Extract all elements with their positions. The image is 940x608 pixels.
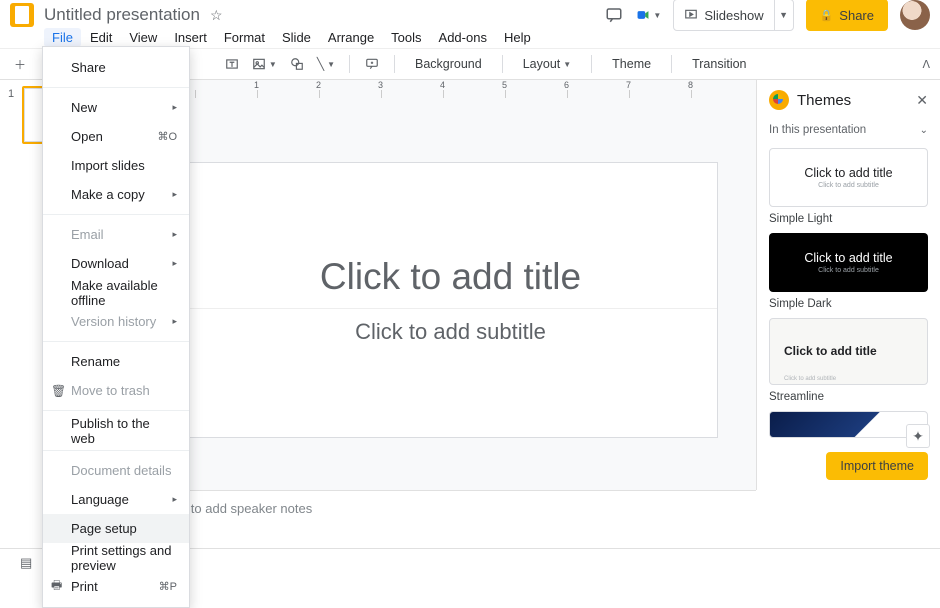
- menu-page-setup[interactable]: Page setup: [43, 514, 189, 543]
- layout-label: Layout: [523, 57, 561, 71]
- meet-button[interactable]: ▼: [637, 3, 661, 27]
- file-menu-dropdown: Share New▸ Open⌘O Import slides Make a c…: [42, 46, 190, 608]
- themes-section-label: In this presentation: [769, 124, 866, 136]
- menu-email: Email▸: [43, 220, 189, 249]
- menu-offline[interactable]: Make available offline: [43, 278, 189, 307]
- new-slide-button[interactable]: ＋: [10, 53, 30, 75]
- theme-card-sub: Click to add subtitle: [818, 267, 879, 274]
- theme-name: Streamline: [769, 391, 928, 403]
- menu-share[interactable]: Share: [43, 53, 189, 82]
- textbox-icon[interactable]: [222, 53, 242, 75]
- menu-edit[interactable]: Edit: [82, 28, 120, 47]
- comment-icon[interactable]: [362, 53, 382, 75]
- shape-icon[interactable]: [287, 53, 307, 75]
- menu-addons[interactable]: Add-ons: [431, 28, 495, 47]
- chevron-right-icon: ▸: [172, 189, 177, 200]
- import-theme-button[interactable]: Import theme: [826, 452, 928, 480]
- transition-button[interactable]: Transition: [684, 53, 754, 75]
- theme-card-simple-light[interactable]: Click to add title Click to add subtitle: [769, 148, 928, 207]
- menu-move-trash: 🗑Move to trash: [43, 376, 189, 405]
- menu-new[interactable]: New▸: [43, 93, 189, 122]
- menu-tools[interactable]: Tools: [383, 28, 429, 47]
- slideshow-group: Slideshow ▼: [673, 0, 793, 31]
- chevron-right-icon: ▸: [172, 316, 177, 327]
- menu-make-copy[interactable]: Make a copy▸: [43, 180, 189, 209]
- themes-icon: [769, 90, 789, 110]
- share-button[interactable]: 🔒 Share: [806, 0, 888, 31]
- chevron-right-icon: ▸: [172, 258, 177, 269]
- menu-arrange[interactable]: Arrange: [320, 28, 382, 47]
- layout-button[interactable]: Layout▼: [515, 53, 579, 75]
- close-icon[interactable]: ✕: [916, 92, 928, 109]
- slides-logo[interactable]: [10, 3, 34, 27]
- trash-icon: 🗑: [51, 384, 66, 398]
- menu-publish[interactable]: Publish to the web: [43, 416, 189, 445]
- theme-card-simple-dark[interactable]: Click to add title Click to add subtitle: [769, 233, 928, 292]
- doc-title[interactable]: Untitled presentation: [44, 5, 200, 25]
- shortcut: ⌘P: [159, 580, 177, 593]
- themes-title: Themes: [797, 92, 908, 109]
- canvas-area: Click to add title Click to add subtitle: [145, 80, 756, 490]
- menu-insert[interactable]: Insert: [166, 28, 215, 47]
- explore-button[interactable]: ✦: [906, 424, 930, 448]
- menu-version-history: Version history▸: [43, 307, 189, 336]
- slide-canvas[interactable]: Click to add title Click to add subtitle: [184, 162, 718, 438]
- theme-card-streamline[interactable]: Click to add title Click to add subtitle: [769, 318, 928, 385]
- theme-card-sub: Click to add subtitle: [818, 182, 879, 189]
- menu-rename[interactable]: Rename: [43, 347, 189, 376]
- slideshow-label: Slideshow: [704, 8, 763, 23]
- theme-name: Simple Dark: [769, 298, 928, 310]
- theme-card-title: Click to add title: [804, 166, 892, 180]
- theme-name: Simple Light: [769, 213, 928, 225]
- chevron-right-icon: ▸: [172, 102, 177, 113]
- shortcut: ⌘O: [157, 130, 177, 143]
- theme-card-title: Click to add title: [784, 344, 877, 358]
- star-icon[interactable]: ☆: [210, 7, 223, 24]
- slideshow-dropdown[interactable]: ▼: [775, 10, 793, 20]
- menu-import-slides[interactable]: Import slides: [43, 151, 189, 180]
- chevron-right-icon: ▸: [172, 229, 177, 240]
- print-icon: 🖶: [51, 576, 62, 597]
- filmstrip-view-icon[interactable]: ▤: [20, 555, 32, 571]
- background-button[interactable]: Background: [407, 53, 490, 75]
- menu-file[interactable]: File: [44, 28, 81, 47]
- collapse-toolbar-icon[interactable]: ᐱ: [922, 58, 930, 71]
- menu-slide[interactable]: Slide: [274, 28, 319, 47]
- theme-card-sub: Click to add subtitle: [784, 376, 836, 382]
- theme-card-next[interactable]: [769, 411, 928, 438]
- share-label: Share: [839, 8, 874, 23]
- comments-icon[interactable]: [603, 4, 625, 26]
- menu-view[interactable]: View: [121, 28, 165, 47]
- image-icon[interactable]: ▼: [250, 53, 279, 75]
- menu-language[interactable]: Language▸: [43, 485, 189, 514]
- theme-card-title: Click to add title: [804, 251, 892, 265]
- chevron-right-icon: ▸: [172, 494, 177, 505]
- themes-section-header[interactable]: In this presentation ⌄: [757, 120, 940, 140]
- menu-download[interactable]: Download▸: [43, 249, 189, 278]
- menu-help[interactable]: Help: [496, 28, 539, 47]
- menu-doc-details: Document details: [43, 456, 189, 485]
- line-icon[interactable]: ╲▼: [315, 53, 337, 75]
- slideshow-button[interactable]: Slideshow: [674, 0, 774, 30]
- menu-print[interactable]: 🖶Print⌘P: [43, 572, 189, 601]
- slide-title-placeholder[interactable]: Click to add title: [320, 256, 581, 298]
- slide-subtitle-placeholder[interactable]: Click to add subtitle: [185, 308, 717, 345]
- lock-icon: 🔒: [820, 9, 834, 22]
- chevron-down-icon: ⌄: [920, 125, 928, 136]
- menu-open[interactable]: Open⌘O: [43, 122, 189, 151]
- ruler-horizontal: [145, 80, 756, 98]
- avatar[interactable]: [900, 0, 930, 30]
- menu-format[interactable]: Format: [216, 28, 273, 47]
- theme-button[interactable]: Theme: [604, 53, 659, 75]
- speaker-notes[interactable]: Click to add speaker notes: [145, 490, 756, 548]
- menu-print-preview[interactable]: Print settings and preview: [43, 543, 189, 572]
- slide-number: 1: [8, 86, 22, 144]
